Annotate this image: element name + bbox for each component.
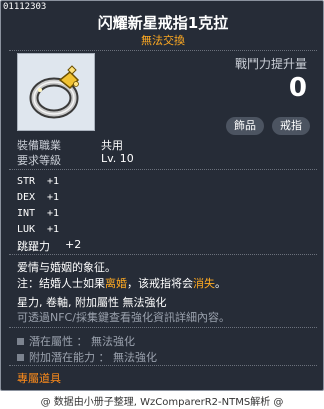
- stat-value: +1: [47, 208, 60, 219]
- combat-power-value: 0: [288, 73, 307, 103]
- divider: [9, 327, 317, 328]
- divider: [9, 50, 317, 51]
- divider: [9, 365, 317, 366]
- tag-ring: 戒指: [272, 117, 310, 135]
- stat-value: +2: [65, 238, 82, 251]
- combat-power-label: 戰鬥力提升量: [234, 57, 307, 71]
- stat-row: LUK +1: [17, 224, 59, 235]
- stat-name: 跳躍力: [17, 240, 50, 253]
- checkbox-icon: [17, 337, 24, 345]
- stat-name: DEX: [17, 192, 36, 203]
- highlight-disappear: 消失: [193, 277, 215, 290]
- divider: [9, 169, 317, 170]
- item-tooltip: 01112303 闪耀新星戒指1克拉 無法交換 戰鬥力提升量 0 飾品 戒指 裝…: [0, 0, 324, 391]
- enhance-hint: 可透過NFC/採集鍵查看強化資訊詳細內容。: [17, 311, 230, 324]
- tag-accessory: 飾品: [226, 117, 264, 135]
- additional-potential-row: 附加潛在能力 ： 無法強化: [17, 349, 157, 365]
- divider: [9, 254, 317, 255]
- exclusive-item-label: 專屬道具: [17, 372, 61, 385]
- highlight-divorce: 离婚: [105, 277, 127, 290]
- stat-name: LUK: [17, 224, 36, 235]
- stat-row-jump: 跳躍力 +2: [17, 238, 81, 254]
- stat-name: INT: [17, 208, 36, 219]
- stat-value: +1: [47, 192, 60, 203]
- stat-name: STR: [17, 176, 36, 187]
- stat-value: +1: [47, 176, 60, 187]
- stat-row: STR +1: [17, 176, 59, 187]
- item-name: 闪耀新星戒指1克拉: [97, 14, 229, 32]
- footer-credit: @ 数据由小册子整理, WzComparerR2-NTMS解析 @: [40, 397, 284, 408]
- item-id: 01112303: [3, 2, 47, 12]
- stat-value: +1: [47, 224, 60, 235]
- trade-status: 無法交換: [141, 34, 185, 47]
- item-icon-frame: [17, 53, 95, 131]
- stat-row: INT +1: [17, 208, 59, 219]
- ring-icon: [29, 65, 80, 119]
- checkbox-icon: [17, 353, 24, 361]
- description-note: 注：结婚人士如果离婚，该戒指将会消失。: [17, 277, 226, 290]
- enhance-info: 星力, 卷軸, 附加屬性 無法強化: [17, 296, 167, 309]
- req-job-label: 裝備職業: [17, 139, 61, 152]
- req-job-value: 共用: [101, 139, 123, 152]
- req-level-value: Lv. 10: [101, 152, 134, 165]
- potential-row: 潛在屬性 ： 無法強化: [17, 333, 135, 349]
- req-level-label: 要求等級: [17, 154, 61, 167]
- stat-row: DEX +1: [17, 192, 59, 203]
- description-line: 爱情与婚姻的象征。: [17, 261, 116, 274]
